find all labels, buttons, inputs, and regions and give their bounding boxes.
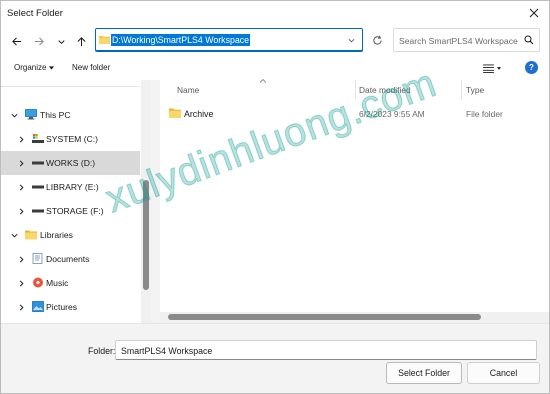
organize-label: Organize — [14, 63, 47, 72]
file-date-modified: 6/2/2023 9:55 AM — [359, 109, 425, 119]
expand-chevron[interactable] — [17, 135, 25, 143]
up-button[interactable] — [71, 31, 91, 51]
computer-icon — [25, 109, 37, 120]
nav-item-libraries[interactable]: Libraries — [0, 223, 140, 247]
search-icon[interactable] — [524, 35, 534, 45]
pane-splitter[interactable] — [151, 80, 160, 323]
music-icon — [33, 277, 43, 288]
view-options-button[interactable] — [483, 61, 507, 75]
arrow-up-icon — [76, 36, 86, 46]
expand-chevron[interactable] — [17, 279, 25, 287]
recent-locations-button[interactable] — [51, 31, 71, 51]
nav-item-storage-f[interactable]: STORAGE (F:) — [0, 199, 140, 223]
chevron-right-icon — [19, 160, 23, 166]
folder-name-value[interactable]: SmartPLS4 Workspace — [121, 346, 212, 356]
close-icon — [529, 8, 539, 18]
drive-icon — [32, 161, 44, 165]
chevron-down-icon — [57, 39, 65, 44]
expand-chevron[interactable] — [17, 159, 25, 167]
column-header-date-modified[interactable]: Date modified — [359, 85, 411, 95]
select-folder-button[interactable]: Select Folder — [386, 362, 462, 384]
navigation-pane: This PC SYSTEM (C:) WORKS (D:) LIBRARY (… — [0, 80, 151, 323]
search-placeholder: Search SmartPLS4 Workspace — [399, 36, 518, 46]
column-header-name[interactable]: Name — [177, 85, 199, 95]
expand-chevron[interactable] — [17, 183, 25, 191]
nav-item-documents[interactable]: Documents — [0, 247, 140, 271]
chevron-right-icon — [19, 256, 23, 262]
dropdown-triangle-icon — [49, 65, 55, 70]
file-type: File folder — [466, 109, 503, 119]
drive-icon — [32, 209, 44, 213]
nav-item-label: Music — [46, 278, 69, 288]
nav-scrollbar-thumb[interactable] — [143, 180, 149, 290]
close-button[interactable] — [522, 3, 546, 23]
forward-button[interactable] — [29, 31, 49, 51]
drive-icon — [32, 185, 44, 189]
back-button[interactable] — [6, 31, 26, 51]
nav-item-pictures[interactable]: Pictures — [0, 295, 140, 319]
chevron-down-icon — [11, 113, 17, 117]
help-icon: ? — [529, 63, 534, 72]
chevron-right-icon — [19, 208, 23, 214]
expand-chevron[interactable] — [17, 303, 25, 311]
chevron-down-icon — [11, 233, 17, 237]
expand-chevron[interactable] — [10, 231, 18, 239]
drive-system-icon — [32, 134, 44, 143]
folder-name-input[interactable]: SmartPLS4 Workspace — [115, 340, 537, 360]
address-path[interactable]: D:\Working\SmartPLS4 Workspace — [111, 34, 251, 46]
nav-item-label: SYSTEM (C:) — [46, 134, 99, 144]
expand-chevron[interactable] — [17, 207, 25, 215]
chevron-right-icon — [19, 184, 23, 190]
chevron-right-icon — [19, 136, 23, 142]
divider — [0, 86, 140, 87]
chevron-right-icon — [19, 304, 23, 310]
nav-item-system-c[interactable]: SYSTEM (C:) — [0, 127, 140, 151]
documents-icon — [32, 253, 43, 264]
nav-item-label: Documents — [46, 254, 90, 264]
pictures-icon — [32, 301, 44, 312]
search-input[interactable]: Search SmartPLS4 Workspace — [393, 28, 540, 52]
refresh-button[interactable] — [368, 31, 386, 49]
sort-ascending-icon — [259, 78, 267, 83]
folder-icon — [169, 108, 181, 118]
address-bar[interactable]: D:\Working\SmartPLS4 Workspace — [95, 28, 363, 52]
folder-icon — [99, 35, 110, 44]
file-name[interactable]: Archive — [184, 109, 213, 119]
expand-chevron[interactable] — [17, 255, 25, 263]
nav-item-label: Pictures — [46, 302, 78, 312]
arrow-right-icon — [34, 36, 44, 46]
folder-label: Folder: — [88, 346, 116, 356]
chevron-right-icon — [19, 280, 23, 286]
address-dropdown-icon[interactable] — [348, 37, 355, 44]
dropdown-triangle-icon — [497, 66, 501, 70]
column-divider[interactable] — [461, 80, 462, 100]
nav-item-label: LIBRARY (E:) — [46, 182, 99, 192]
nav-item-works-d[interactable]: WORKS (D:) — [0, 151, 140, 175]
folder-icon — [25, 230, 37, 240]
nav-item-library-e[interactable]: LIBRARY (E:) — [0, 175, 140, 199]
organize-button[interactable]: Organize — [14, 63, 55, 72]
nav-item-label: Libraries — [40, 230, 73, 240]
horizontal-scrollbar-thumb[interactable] — [168, 314, 481, 320]
window-title: Select Folder — [7, 8, 63, 19]
cancel-button[interactable]: Cancel — [467, 362, 540, 384]
column-divider[interactable] — [355, 80, 356, 100]
refresh-icon — [372, 35, 382, 45]
new-folder-button[interactable]: New folder — [72, 63, 110, 72]
help-button[interactable]: ? — [525, 61, 538, 74]
nav-item-label: STORAGE (F:) — [46, 206, 104, 216]
nav-item-label: WORKS (D:) — [46, 158, 96, 168]
nav-item-music[interactable]: Music — [0, 271, 140, 295]
column-header-type[interactable]: Type — [466, 85, 484, 95]
arrow-left-icon — [11, 36, 21, 46]
list-view-icon — [483, 63, 494, 73]
expand-chevron[interactable] — [10, 111, 18, 119]
nav-item-this-pc[interactable]: This PC — [0, 103, 140, 127]
title-bar — [0, 0, 550, 26]
nav-item-label: This PC — [40, 110, 71, 120]
